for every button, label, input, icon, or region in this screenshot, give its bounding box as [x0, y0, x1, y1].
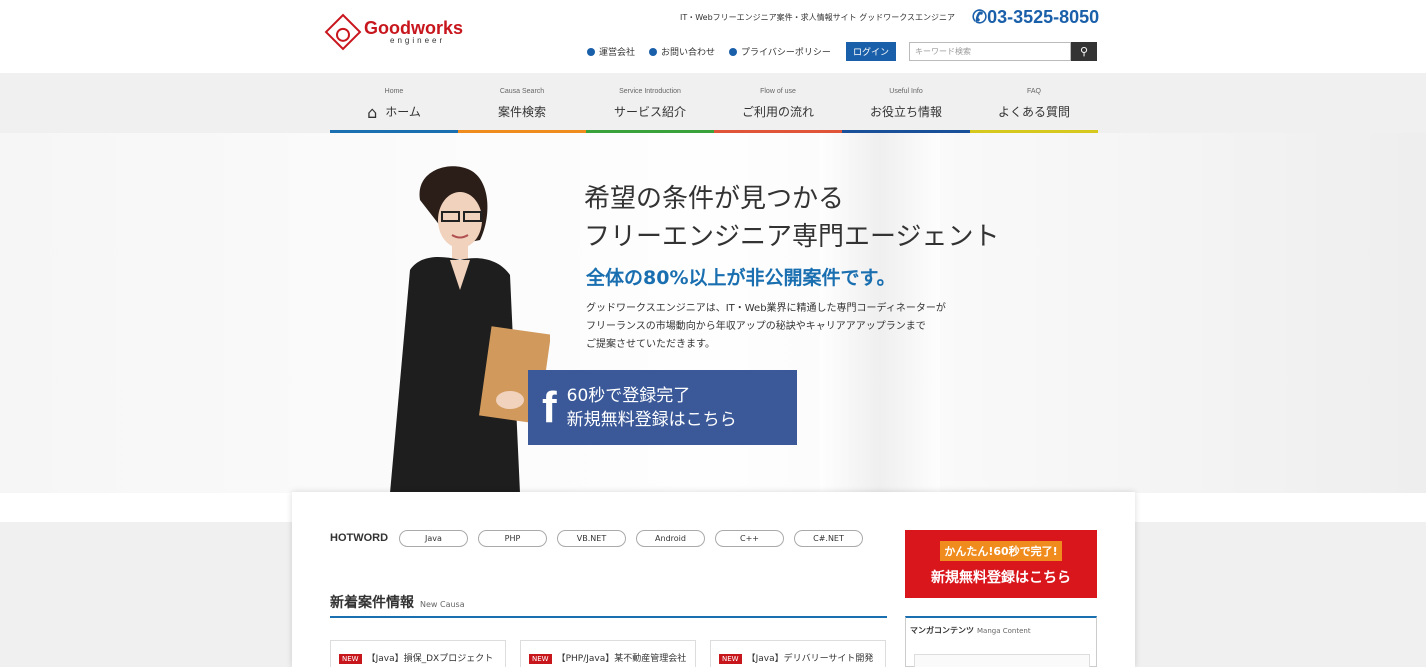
arrow-circle-icon	[729, 47, 738, 56]
case-card[interactable]: NEW 【PHP/Java】某不動産管理会社	[520, 640, 696, 667]
search-input[interactable]: キーワード検索	[909, 42, 1071, 61]
hero-heading-line1: 希望の条件が見つかる	[584, 184, 845, 214]
manga-thumbnail[interactable]	[914, 654, 1090, 667]
arrow-circle-icon	[587, 47, 595, 56]
logo-mark-icon	[324, 13, 362, 51]
new-badge: NEW	[529, 654, 552, 664]
nav-home-label-wrap: ⌂ ホーム	[330, 103, 458, 122]
nav-faq-label: よくある質問	[997, 105, 1070, 119]
site-header: Goodworks engineer IT・Webフリーエンジニア案件・求人情報…	[0, 0, 1426, 73]
nav-home[interactable]: Home ⌂ ホーム	[330, 73, 458, 133]
hero-heading-line2: フリーエンジニア専門エージェント	[584, 222, 1000, 252]
login-button[interactable]: ログイン	[846, 42, 896, 61]
home-icon: ⌂	[367, 103, 378, 122]
main-nav: Home ⌂ ホーム Causa Search 案件検索 Service Intr…	[0, 73, 1426, 133]
link-contact[interactable]: お問い合わせ	[649, 45, 715, 58]
hero-description-line1: グッドワークスエンジニアは、IT・Web業界に精通した専門コーディネーターが	[586, 303, 946, 314]
case-title: 【PHP/Java】某不動産管理会社	[556, 654, 687, 664]
new-badge: NEW	[719, 654, 742, 664]
facebook-register-line1: 60秒で登録完了	[566, 385, 691, 406]
new-cases-title: 新着案件情報 New Causa	[330, 592, 465, 612]
case-title: 【Java】損保_DXプロジェクト	[366, 654, 494, 664]
hero-subheading: 全体の80%以上が非公開案件です。	[586, 267, 896, 289]
free-register-main: 新規無料登録はこちら	[931, 570, 1071, 586]
link-privacy-label: プライバシーポリシー	[741, 48, 831, 58]
hero-description-line2: フリーランスの市場動向から年収アップの秘訣やキャリアアアップランまで	[586, 321, 926, 332]
nav-case-search-en: Causa Search	[499, 88, 545, 95]
facebook-register-button[interactable]: f 60秒で登録完了 新規無料登録はこちら	[528, 370, 797, 445]
top-links: 運営会社 お問い合わせ プライバシーポリシー	[587, 45, 831, 58]
link-contact-label: お問い合わせ	[661, 48, 716, 58]
manga-content-box: マンガコンテンツ Manga Content	[905, 616, 1097, 667]
nav-case-search-label: 案件検索	[497, 105, 546, 119]
nav-home-label: ホーム	[385, 105, 421, 119]
arrow-circle-icon	[649, 47, 658, 56]
phone-number: ✆03-3525-8050	[972, 7, 1099, 28]
hotword-tag[interactable]: PHP	[478, 530, 547, 547]
case-card[interactable]: NEW 【Java】デリバリーサイト開発	[710, 640, 886, 667]
case-card[interactable]: NEW 【Java】損保_DXプロジェクト	[330, 640, 506, 667]
new-cases-title-en: New Causa	[420, 600, 465, 609]
free-register-top: かんたん!60秒で完了!	[940, 541, 1062, 561]
link-privacy[interactable]: プライバシーポリシー	[729, 45, 831, 58]
nav-service-label: サービス紹介	[613, 105, 686, 119]
site-logo[interactable]: Goodworks engineer	[324, 13, 464, 51]
nav-case-search[interactable]: Causa Search 案件検索	[458, 73, 586, 133]
nav-service[interactable]: Service Introduction サービス紹介	[586, 73, 714, 133]
facebook-register-line2: 新規無料登録はこちら	[566, 409, 737, 430]
phone-text: 03-3525-8050	[987, 7, 1100, 27]
logo-title: Goodworks	[364, 18, 464, 38]
nav-useful-info[interactable]: Useful Info お役立ち情報	[842, 73, 970, 133]
search-icon: ⚲	[1079, 45, 1089, 58]
phone-icon: ✆	[972, 7, 988, 27]
hotword-tag[interactable]: VB.NET	[557, 530, 626, 547]
new-cases-title-text: 新着案件情報	[330, 595, 414, 611]
facebook-icon: f	[542, 382, 557, 432]
manga-title-text: マンガコンテンツ	[910, 626, 974, 635]
new-cases-list: NEW 【Java】損保_DXプロジェクト NEW 【PHP/Java】某不動産管理…	[330, 640, 886, 667]
hotword-tags: Java PHP VB.NET Android C++ C#.NET	[399, 530, 863, 547]
hotword-label: HOTWORD	[330, 532, 389, 544]
nav-service-en: Service Introduction	[619, 88, 681, 95]
new-badge: NEW	[339, 654, 362, 664]
link-company-label: 運営会社	[599, 48, 636, 58]
nav-faq-en: FAQ	[1026, 88, 1041, 95]
hero-heading: 希望の条件が見つかる フリーエンジニア専門エージェント	[584, 180, 999, 256]
hero-description: グッドワークスエンジニアは、IT・Web業界に精通した専門コーディネーターが フ…	[586, 300, 946, 354]
search-button[interactable]: ⚲	[1071, 42, 1097, 61]
nav-flow-en: Flow of use	[760, 88, 796, 95]
nav-useful-info-label: お役立ち情報	[869, 105, 942, 119]
free-register-button[interactable]: かんたん!60秒で完了! 新規無料登録はこちら	[905, 530, 1097, 598]
nav-flow[interactable]: Flow of use ご利用の流れ	[714, 73, 842, 133]
new-cases-divider	[330, 616, 887, 618]
site-tagline: IT・Webフリーエンジニア案件・求人情報サイト グッドワークスエンジニア	[680, 13, 955, 22]
case-title: 【Java】デリバリーサイト開発	[746, 654, 874, 664]
link-company[interactable]: 運営会社	[587, 45, 635, 58]
nav-faq[interactable]: FAQ よくある質問	[970, 73, 1098, 133]
hotword-tag[interactable]: Java	[399, 530, 468, 547]
hotword-tag[interactable]: C#.NET	[794, 530, 863, 547]
hotword-tag[interactable]: Android	[636, 530, 705, 547]
hero-woman-illustration	[390, 166, 550, 493]
nav-useful-info-en: Useful Info	[889, 88, 923, 95]
manga-title: マンガコンテンツ Manga Content	[906, 618, 1096, 643]
hotword-tag[interactable]: C++	[715, 530, 784, 547]
nav-home-en: Home	[384, 88, 404, 95]
nav-flow-label: ご利用の流れ	[741, 105, 814, 119]
manga-title-en: Manga Content	[977, 627, 1031, 635]
logo-subtitle: engineer	[390, 36, 446, 45]
hero-description-line3: ご提案させていただきます。	[586, 339, 715, 350]
